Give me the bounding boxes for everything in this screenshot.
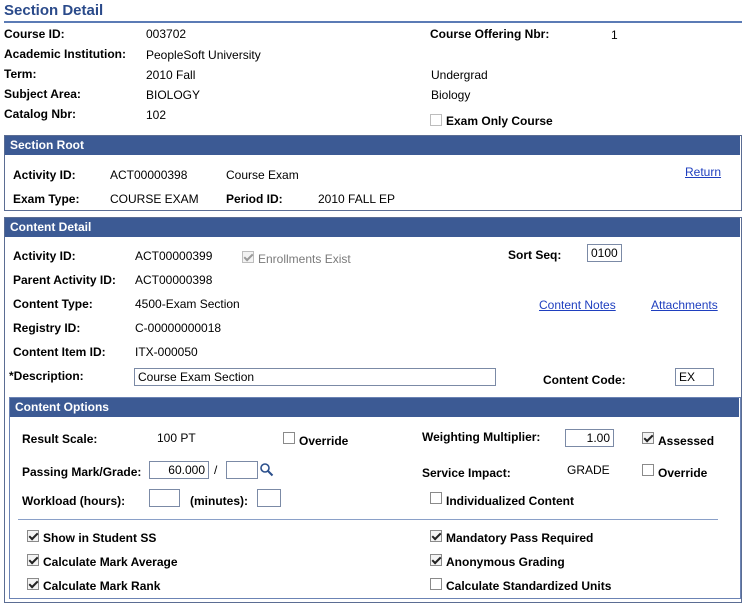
- calc-mark-rank-label: Calculate Mark Rank: [43, 579, 161, 593]
- career-value: Undergrad: [431, 68, 488, 82]
- assessed-label: Assessed: [658, 434, 715, 448]
- term-label: Term:: [4, 67, 37, 81]
- calc-standardized-units-checkbox[interactable]: [430, 578, 442, 590]
- course-id-label: Course ID:: [4, 27, 65, 41]
- calc-standardized-units-label: Calculate Standardized Units: [446, 579, 612, 593]
- period-id-label: Period ID:: [226, 192, 283, 206]
- result-override-label: Override: [299, 434, 349, 448]
- result-override-checkbox[interactable]: [283, 432, 295, 444]
- service-impact-value: GRADE: [567, 463, 610, 477]
- sort-seq-input[interactable]: 0100: [587, 244, 622, 262]
- activity-id-value: ACT00000399: [135, 249, 213, 263]
- enrollments-exist-label: Enrollments Exist: [258, 252, 351, 266]
- search-icon[interactable]: [259, 462, 274, 477]
- service-override-label: Override: [658, 466, 708, 480]
- show-student-label: Show in Student SS: [43, 531, 157, 545]
- sort-seq-label: Sort Seq:: [508, 248, 562, 262]
- calc-mark-average-label: Calculate Mark Average: [43, 555, 178, 569]
- passing-mark-input[interactable]: 60.000: [149, 461, 209, 479]
- individualized-checkbox[interactable]: [430, 492, 442, 504]
- content-item-label: Content Item ID:: [13, 345, 106, 359]
- exam-only-label: Exam Only Course: [446, 114, 553, 128]
- title-divider: [4, 21, 742, 23]
- course-id-value: 003702: [146, 27, 187, 41]
- calc-mark-average-checkbox[interactable]: [27, 554, 39, 566]
- workload-hours-label: Workload (hours):: [22, 494, 126, 508]
- section-root-header: Section Root: [5, 136, 740, 155]
- institution-value: PeopleSoft University: [146, 48, 261, 62]
- assessed-checkbox[interactable]: [642, 432, 654, 444]
- enrollments-exist-checkbox[interactable]: [242, 251, 254, 263]
- course-offering-value: 1: [611, 28, 618, 42]
- show-student-checkbox[interactable]: [27, 530, 39, 542]
- options-divider: [18, 519, 718, 520]
- content-type-label: Content Type:: [13, 297, 93, 311]
- subject-label: Subject Area:: [4, 87, 81, 101]
- content-item-value: ITX-000050: [135, 345, 198, 359]
- content-type-value: 4500-Exam Section: [135, 297, 240, 311]
- service-override-checkbox[interactable]: [642, 464, 654, 476]
- workload-minutes-input[interactable]: [257, 489, 281, 507]
- anonymous-grading-label: Anonymous Grading: [446, 555, 565, 569]
- individualized-label: Individualized Content: [446, 494, 574, 508]
- exam-only-checkbox[interactable]: [430, 114, 442, 126]
- workload-minutes-label: (minutes):: [190, 494, 248, 508]
- service-impact-label: Service Impact:: [422, 466, 511, 480]
- registry-id-label: Registry ID:: [13, 321, 81, 335]
- exam-type-label: Exam Type:: [13, 192, 80, 206]
- passing-mark-label: Passing Mark/Grade:: [22, 465, 142, 479]
- mandatory-pass-checkbox[interactable]: [430, 530, 442, 542]
- content-code-label: Content Code:: [543, 373, 626, 387]
- root-activity-id-label: Activity ID:: [13, 168, 76, 182]
- content-options-header: Content Options: [10, 398, 739, 417]
- page-title: Section Detail: [4, 2, 104, 19]
- return-link[interactable]: Return: [685, 165, 721, 179]
- passing-slash: /: [214, 463, 218, 477]
- description-label: *Description:: [9, 369, 84, 383]
- result-scale-label: Result Scale:: [22, 432, 98, 446]
- catalog-value: 102: [146, 108, 167, 122]
- activity-id-label: Activity ID:: [13, 249, 76, 263]
- parent-activity-value: ACT00000398: [135, 273, 213, 287]
- root-activity-id-value: ACT00000398: [110, 168, 188, 182]
- catalog-label: Catalog Nbr:: [4, 107, 76, 121]
- anonymous-grading-checkbox[interactable]: [430, 554, 442, 566]
- mandatory-pass-label: Mandatory Pass Required: [446, 531, 594, 545]
- root-activity-desc: Course Exam: [226, 168, 299, 182]
- institution-label: Academic Institution:: [4, 47, 127, 61]
- parent-activity-label: Parent Activity ID:: [13, 273, 116, 287]
- term-value: 2010 Fall: [146, 68, 196, 82]
- period-id-value: 2010 FALL EP: [318, 192, 395, 206]
- registry-id-value: C-00000000018: [135, 321, 222, 335]
- subject-desc-value: Biology: [431, 88, 471, 102]
- result-scale-value: 100 PT: [157, 431, 196, 445]
- subject-value: BIOLOGY: [146, 88, 201, 102]
- weighting-input[interactable]: 1.00: [565, 429, 614, 447]
- attachments-link[interactable]: Attachments: [651, 298, 718, 312]
- description-input[interactable]: Course Exam Section: [134, 368, 496, 386]
- workload-hours-input[interactable]: [149, 489, 180, 507]
- calc-mark-rank-checkbox[interactable]: [27, 578, 39, 590]
- weighting-label: Weighting Multiplier:: [422, 430, 541, 444]
- content-detail-header: Content Detail: [5, 218, 740, 237]
- course-offering-label: Course Offering Nbr:: [430, 27, 550, 41]
- content-code-input[interactable]: EX: [675, 368, 714, 386]
- passing-grade-input[interactable]: [226, 461, 258, 479]
- content-notes-link[interactable]: Content Notes: [539, 298, 616, 312]
- exam-type-value: COURSE EXAM: [110, 192, 199, 206]
